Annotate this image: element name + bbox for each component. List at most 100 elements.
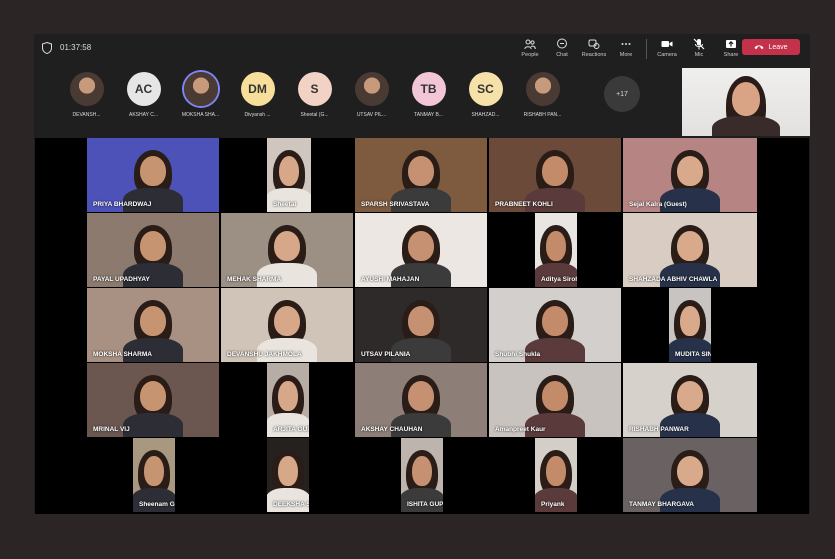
more-icon (621, 43, 631, 45)
participant-video-tile[interactable]: ARJITA GUPTA (267, 363, 309, 437)
participant-name: DEVANSH... (72, 112, 101, 118)
participant-video-tile[interactable]: AKSHAY CHAUHAN (355, 363, 487, 437)
participant-roster: DEVANSH... AC AKSHAY C... MOKSHA SHA... DM Di… (58, 72, 571, 130)
meeting-toolbar: People Chat Reactions More Camera Mic Sh… (514, 37, 747, 61)
meeting-title-bar: 01:37:58 People Chat Reactions More Came… (34, 34, 810, 62)
more-label: More (619, 52, 633, 58)
participant-name-label: MOKSHA SHARMA (93, 351, 152, 358)
participant-video-tile[interactable]: AYUSHI MAHAJAN (355, 213, 487, 287)
participant-video-tile[interactable]: Shubhi Shukla (489, 288, 621, 362)
participant-name-label: UTSAV PILANIA (361, 351, 411, 358)
participant-video-tile[interactable]: TANMAY BHARGAVA (623, 438, 757, 512)
participant-name-label: ISHITA GUPTA (407, 501, 443, 508)
chat-icon (557, 38, 567, 49)
participant-name: SHAHZAD... (471, 112, 500, 118)
participant-video-tile[interactable]: Aditya Sirohi (535, 213, 577, 287)
chat-button[interactable]: Chat (546, 37, 578, 61)
participant-name-label: Sheetal (273, 201, 297, 208)
participant-video-tile[interactable]: Priyank (535, 438, 577, 512)
participant-name: Sheetal (G... (300, 112, 329, 118)
share-label: Share (723, 52, 739, 58)
people-label: People (521, 52, 539, 58)
participant-name-label: PRABNEET KOHLI (495, 201, 553, 208)
chat-label: Chat (556, 52, 568, 58)
participant-name-label: Shubhi Shukla (495, 351, 541, 358)
participant-video-tile[interactable]: UTSAV PILANIA (355, 288, 487, 362)
participant-name-label: Sheenam Ghai (139, 501, 175, 508)
participant-name-label: AKSHAY CHAUHAN (361, 426, 423, 433)
participant-name: RISHABH PAN... (523, 112, 562, 118)
share-icon (726, 40, 736, 48)
participant-video-tile[interactable]: MEHAK SHARMA (221, 213, 353, 287)
meeting-timer: 01:37:58 (60, 43, 92, 52)
roster-participant[interactable]: TB TANMAY B... (400, 72, 457, 130)
participant-name-label: Aditya Sirohi (541, 276, 577, 283)
leave-button[interactable]: Leave (742, 39, 800, 55)
roster-participant[interactable]: MOKSHA SHA... (172, 72, 229, 130)
participant-name-label: Sejal Kalra (Guest) (629, 201, 687, 208)
people-icon (524, 39, 536, 50)
people-button[interactable]: People (514, 37, 546, 61)
participant-video-tile[interactable]: MOKSHA SHARMA (87, 288, 219, 362)
participant-video-tile[interactable]: DEVANSHU JAKHMOLA (221, 288, 353, 362)
participant-video-tile[interactable]: Sheenam Ghai (133, 438, 175, 512)
participant-name-label: Priyank (541, 501, 565, 508)
participant-name: MOKSHA SHA... (181, 112, 220, 118)
roster-participant[interactable]: AC AKSHAY C... (115, 72, 172, 130)
participant-video-tile[interactable]: MUDITA SINGH (669, 288, 711, 362)
participant-avatar: SC (468, 72, 503, 106)
participant-name: Divyansh ... (244, 112, 271, 118)
participant-video-tile[interactable]: SHAHZADA ABHIV CHAWLA (623, 213, 757, 287)
reactions-icon (588, 39, 600, 49)
more-button[interactable]: More (610, 37, 642, 61)
mic-button[interactable]: Mic (683, 37, 715, 61)
participant-video-tile[interactable]: PRABNEET KOHLI (489, 138, 621, 212)
shield-icon (42, 42, 52, 54)
mic-label: Mic (694, 52, 704, 58)
participant-avatar: AC (126, 72, 161, 106)
meeting-window: 01:37:58 People Chat Reactions More Came… (34, 34, 810, 514)
participant-name: AKSHAY C... (129, 112, 158, 118)
participant-avatar (183, 72, 218, 106)
participant-avatar (354, 72, 389, 106)
participant-video-tile[interactable]: MRINAL VIJ (87, 363, 219, 437)
more-participants-button[interactable]: +17 (604, 76, 640, 112)
participant-video-tile[interactable]: SPARSH SRIVASTAVA (355, 138, 487, 212)
participant-video-tile[interactable]: ISHITA GUPTA (401, 438, 443, 512)
roster-participant[interactable]: S Sheetal (G... (286, 72, 343, 130)
participant-video-tile[interactable]: Sejal Kalra (Guest) (623, 138, 757, 212)
toolbar-divider (646, 39, 647, 59)
participant-avatar: DM (240, 72, 275, 106)
participant-avatar (525, 72, 560, 106)
mic-off-icon (693, 38, 705, 50)
participant-video-tile[interactable]: PAYAL UPADHYAY (87, 213, 219, 287)
participant-name-label: SHAHZADA ABHIV CHAWLA (629, 276, 718, 283)
video-grid: PRIYA BHARDWAJ Sheetal SPARSH SRIVASTAVA PR… (35, 138, 809, 514)
participant-video-tile[interactable]: PRIYA BHARDWAJ (87, 138, 219, 212)
reactions-button[interactable]: Reactions (578, 37, 610, 61)
roster-participant[interactable]: DEVANSH... (58, 72, 115, 130)
leave-label: Leave (768, 43, 788, 51)
participant-name-label: MRINAL VIJ (93, 426, 130, 433)
roster-participant[interactable]: SC SHAHZAD... (457, 72, 514, 130)
participant-video-tile[interactable]: DEEKSHA SHRIVASTAVA (267, 438, 309, 512)
roster-participant[interactable]: RISHABH PAN... (514, 72, 571, 130)
participant-name: UTSAV PIL... (356, 112, 387, 118)
camera-button[interactable]: Camera (651, 37, 683, 61)
participant-name-label: TANMAY BHARGAVA (629, 501, 695, 508)
participant-video-tile[interactable]: RISHABH PANWAR (623, 363, 757, 437)
participant-name-label: ARJITA GUPTA (273, 426, 309, 433)
roster-participant[interactable]: UTSAV PIL... (343, 72, 400, 130)
participant-name: TANMAY B... (414, 112, 443, 118)
phone-hangup-icon (754, 45, 764, 50)
participant-video-tile[interactable]: Amanpreet Kaur (489, 363, 621, 437)
participant-name-label: PAYAL UPADHYAY (93, 276, 150, 283)
participant-name-label: DEEKSHA SHRIVASTAVA (273, 501, 309, 508)
participant-video-tile[interactable]: Sheetal (267, 138, 311, 212)
reactions-label: Reactions (581, 52, 607, 58)
participant-name-label: DEVANSHU JAKHMOLA (227, 351, 302, 358)
participant-name-label: PRIYA BHARDWAJ (93, 201, 152, 208)
participant-avatar (69, 72, 104, 106)
roster-participant[interactable]: DM Divyansh ... (229, 72, 286, 130)
camera-label: Camera (657, 52, 677, 58)
